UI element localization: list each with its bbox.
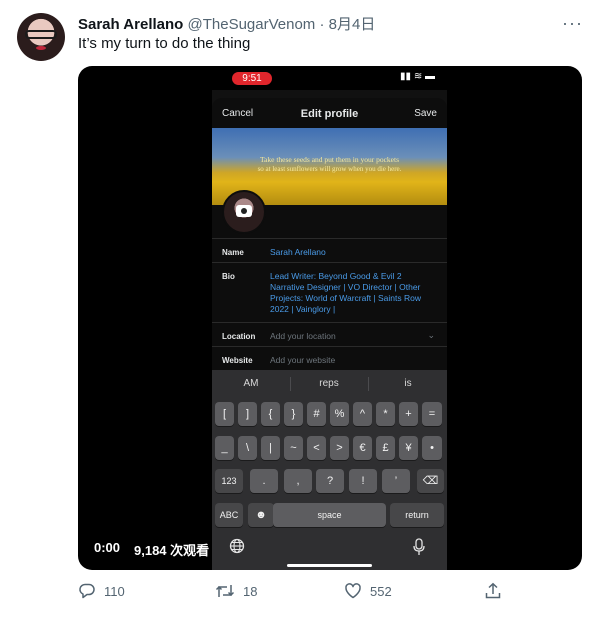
keyboard-suggestion: AM [243,378,259,389]
avatar-lips [36,46,46,50]
phone-status-bar: 9:51 ▮▮ ≋ ▬ [212,66,447,90]
tweet-text: It’s my turn to do the thing [78,35,251,52]
banner-quote-line1: Take these seeds and put them in your po… [259,155,400,164]
name-value: Sarah Arellano [270,247,326,257]
status-time: 9:51 [232,72,272,85]
numbers-key: 123 [215,469,243,493]
like-button[interactable]: 552 [344,582,392,600]
tweet-date[interactable]: 8月4日 [329,16,376,33]
separator-dot: · [319,16,325,33]
share-button[interactable] [484,582,510,600]
key: < [307,436,326,460]
key: , [284,469,312,493]
key: € [353,436,372,460]
tweet[interactable]: Sarah Arellano @TheSugarVenom · 8月4日 ···… [0,0,598,617]
key: • [422,436,442,460]
reply-icon [79,583,95,599]
location-placeholder: Add your location [270,331,336,341]
video-frame-phone: 9:51 ▮▮ ≋ ▬ Cancel Edit profile Save Tak… [212,66,447,570]
save-button: Save [414,108,437,119]
key: ¥ [399,436,418,460]
space-key: space [273,503,386,527]
home-indicator [287,564,372,567]
emoji-key-icon: ☻ [248,503,274,527]
key: * [376,402,395,426]
video-player[interactable]: 9:51 ▮▮ ≋ ▬ Cancel Edit profile Save Tak… [78,66,582,570]
key: + [399,402,418,426]
bio-value: Lead Writer: Beyond Good & Evil 2 Narrat… [270,271,421,315]
key: # [307,402,326,426]
chevron-down-icon: ⌄ [427,330,435,340]
retweet-count: 18 [243,583,258,599]
keyboard-suggestion: is [404,378,412,389]
key: ] [238,402,257,426]
heart-icon [345,583,361,599]
key: ! [349,469,377,493]
author-handle[interactable]: @TheSugarVenom [188,16,316,33]
delete-key-icon: ⌫ [417,469,444,493]
bio-line: 2022 | Vainglory | [270,304,336,314]
avatar-glasses [25,30,57,39]
like-count: 552 [370,583,392,599]
author-avatar[interactable] [17,13,65,61]
tweet-header: Sarah Arellano @TheSugarVenom · 8月4日 [78,13,375,34]
key: \ [238,436,257,460]
bio-line: Narrative Designer | VO Director | Other [270,282,421,292]
key: ~ [284,436,303,460]
location-label: Location [222,332,256,341]
onscreen-keyboard: AM reps is [ ] { } # % ^ * + = _ \ | ~ < [212,370,447,570]
video-current-time: 0:00 [94,540,121,555]
bio-line: Projects: World of Warcraft | Saints Row [270,293,421,303]
reply-count: 110 [104,583,125,599]
location-field-row: Location Add your location ⌄ [212,322,447,347]
tweet-actions: 110 18 552 [78,582,582,604]
author-name[interactable]: Sarah Arellano [78,16,183,33]
website-field-row: Website Add your website [212,346,447,371]
bio-label: Bio [222,272,235,281]
status-icons: ▮▮ ≋ ▬ [400,71,435,82]
abc-key: ABC [215,503,243,527]
microphone-icon [412,538,426,561]
website-placeholder: Add your website [270,355,336,365]
key: { [261,402,280,426]
reply-button[interactable]: 110 [78,582,125,600]
video-view-count: 9,184 次观看 [134,543,210,558]
name-field-row: Name Sarah Arellano [212,238,447,263]
key: % [330,402,349,426]
profile-photo [222,190,266,234]
keyboard-suggestion: reps [319,378,339,389]
return-key: return [390,503,444,527]
edit-profile-title: Edit profile [300,108,359,120]
edit-profile-header: Cancel Edit profile Save [212,98,447,128]
key: ^ [353,402,372,426]
key: | [261,436,280,460]
key: > [330,436,349,460]
retweet-button[interactable]: 18 [215,582,257,600]
share-icon [485,582,501,599]
more-options-icon[interactable]: ··· [562,13,583,34]
website-label: Website [222,356,253,365]
camera-icon [236,205,252,217]
key: = [422,402,442,426]
key: _ [215,436,234,460]
retweet-icon [215,585,235,597]
key: ? [316,469,344,493]
bio-field-row: Bio Lead Writer: Beyond Good & Evil 2 Na… [212,262,447,323]
name-label: Name [222,248,244,257]
key: £ [376,436,395,460]
key: } [284,402,303,426]
key: [ [215,402,234,426]
banner-quote-line2: so at least sunflowers will grow when yo… [257,165,402,173]
key: ’ [382,469,410,493]
globe-icon [229,538,245,557]
bio-line: Lead Writer: Beyond Good & Evil 2 [270,271,402,281]
key: . [250,469,278,493]
